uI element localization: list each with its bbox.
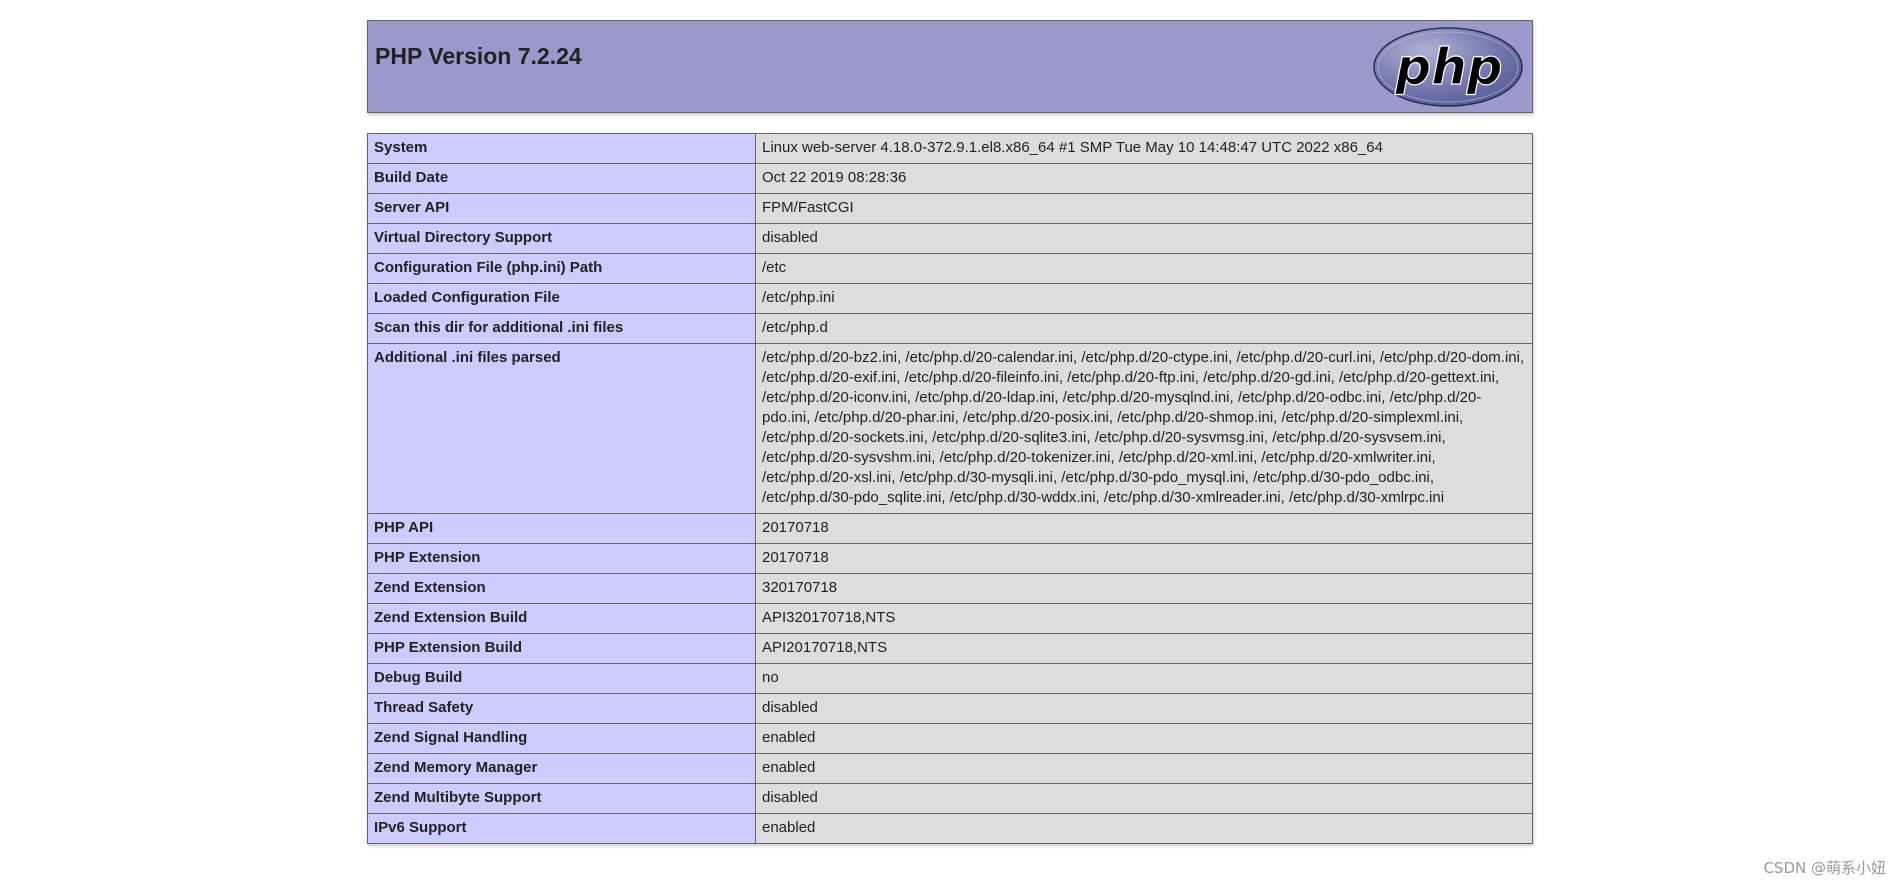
table-row: Configuration File (php.ini) Path/etc <box>367 253 1533 284</box>
row-key: Server API <box>367 193 756 224</box>
table-row: Loaded Configuration File/etc/php.ini <box>367 283 1533 314</box>
table-row: Scan this dir for additional .ini files /… <box>367 313 1533 344</box>
csdn-watermark: CSDN @萌系小妞 <box>1763 859 1886 877</box>
row-value: disabled <box>755 223 1533 254</box>
php-logo-icon[interactable]: php <box>1372 26 1524 108</box>
row-key: Zend Extension <box>367 573 756 604</box>
row-key: Configuration File (php.ini) Path <box>367 253 756 284</box>
row-key: IPv6 Support <box>367 813 756 844</box>
phpinfo-header: PHP Version 7.2.24 php <box>367 20 1533 113</box>
table-row: Build Date Oct 22 2019 08:28:36 <box>367 163 1533 194</box>
row-value: enabled <box>755 723 1533 754</box>
row-value: no <box>755 663 1533 694</box>
row-key: Virtual Directory Support <box>367 223 756 254</box>
row-value: Linux web-server 4.18.0-372.9.1.el8.x86_… <box>755 133 1533 164</box>
table-row: Additional .ini files parsed/etc/php.d/2… <box>367 343 1533 514</box>
table-row: Zend Multibyte Support disabled <box>367 783 1533 814</box>
row-value: disabled <box>755 783 1533 814</box>
row-key: Additional .ini files parsed <box>367 343 756 514</box>
row-value: 20170718 <box>755 543 1533 574</box>
table-row: PHP Extension 20170718 <box>367 543 1533 574</box>
row-value: 320170718 <box>755 573 1533 604</box>
row-key: Zend Memory Manager <box>367 753 756 784</box>
row-key: PHP API <box>367 513 756 544</box>
table-row: Zend Signal Handling enabled <box>367 723 1533 754</box>
row-key: Thread Safety <box>367 693 756 724</box>
row-key: Debug Build <box>367 663 756 694</box>
phpinfo-container: PHP Version 7.2.24 php System Linux web-s… <box>367 20 1533 844</box>
row-value: enabled <box>755 753 1533 784</box>
row-value: Oct 22 2019 08:28:36 <box>755 163 1533 194</box>
row-key: Loaded Configuration File <box>367 283 756 314</box>
table-row: System Linux web-server 4.18.0-372.9.1.el… <box>367 133 1533 164</box>
row-value: enabled <box>755 813 1533 844</box>
page-title: PHP Version 7.2.24 <box>375 43 582 69</box>
row-key: PHP Extension Build <box>367 633 756 664</box>
table-row: Server API FPM/FastCGI <box>367 193 1533 224</box>
table-row: Zend Memory Manager enabled <box>367 753 1533 784</box>
row-key: Build Date <box>367 163 756 194</box>
row-key: Zend Extension Build <box>367 603 756 634</box>
row-value: /etc/php.d <box>755 313 1533 344</box>
row-key: Zend Multibyte Support <box>367 783 756 814</box>
row-value: /etc <box>755 253 1533 284</box>
table-row: Zend Extension Build API320170718,NTS <box>367 603 1533 634</box>
row-key: Zend Signal Handling <box>367 723 756 754</box>
table-row: PHP Extension Build API20170718,NTS <box>367 633 1533 664</box>
table-row: Zend Extension 320170718 <box>367 573 1533 604</box>
row-value: FPM/FastCGI <box>755 193 1533 224</box>
row-value: disabled <box>755 693 1533 724</box>
info-table: System Linux web-server 4.18.0-372.9.1.el… <box>367 133 1533 844</box>
row-value: API20170718,NTS <box>755 633 1533 664</box>
table-row: PHP API 20170718 <box>367 513 1533 544</box>
table-row: Debug Build no <box>367 663 1533 694</box>
table-row: Virtual Directory Support disabled <box>367 223 1533 254</box>
row-value: 20170718 <box>755 513 1533 544</box>
row-key: System <box>367 133 756 164</box>
row-value: API320170718,NTS <box>755 603 1533 634</box>
row-value: /etc/php.d/20-bz2.ini, /etc/php.d/20-cal… <box>755 343 1533 514</box>
table-row: IPv6 Support enabled <box>367 813 1533 844</box>
php-logo-text: php <box>1394 38 1502 96</box>
table-row: Thread Safety disabled <box>367 693 1533 724</box>
row-key: Scan this dir for additional .ini files <box>367 313 756 344</box>
row-value: /etc/php.ini <box>755 283 1533 314</box>
row-key: PHP Extension <box>367 543 756 574</box>
